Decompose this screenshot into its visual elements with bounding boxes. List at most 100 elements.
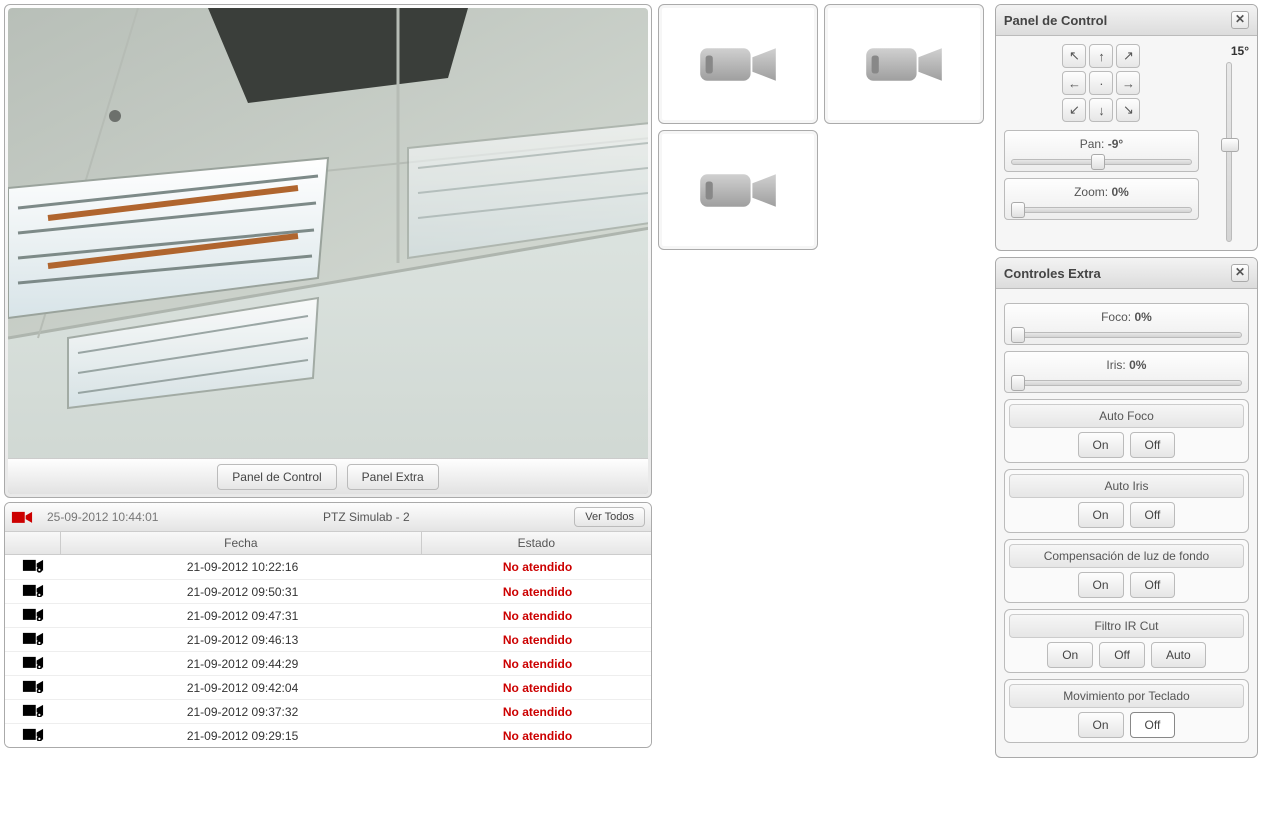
pan-slider[interactable] [1011,155,1192,167]
iris-slider[interactable] [1011,376,1242,388]
table-row[interactable]: 21-09-2012 09:37:32No atendido [5,699,651,723]
event-date: 21-09-2012 09:37:32 [61,705,424,719]
ptz-down-left-button[interactable]: ↙ [1062,98,1086,122]
extra-controls-header: Controles Extra ✕ [996,258,1257,289]
ircut-auto-button[interactable]: Auto [1151,642,1206,668]
table-row[interactable]: 21-09-2012 10:22:16No atendido [5,555,651,579]
event-date: 21-09-2012 09:42:04 [61,681,424,695]
control-panel-title: Panel de Control [1004,13,1107,28]
zoom-value: 0% [1111,185,1128,199]
iris-label: Iris: [1106,358,1125,372]
camera-icon [693,163,783,218]
panel-control-button[interactable]: Panel de Control [217,464,336,490]
events-col-icon [5,532,61,554]
main-video: Panel de Control Panel Extra [8,8,648,494]
event-icon [5,607,61,625]
event-status: No atendido [424,681,651,695]
events-panel: 25-09-2012 10:44:01 PTZ Simulab - 2 Ver … [4,502,652,748]
ptz-down-right-button[interactable]: ↘ [1116,98,1140,122]
zoom-label: Zoom: [1074,185,1108,199]
table-row[interactable]: 21-09-2012 09:50:31No atendido [5,579,651,603]
ver-todos-button[interactable]: Ver Todos [574,507,645,527]
event-icon [5,703,61,721]
events-header-title: PTZ Simulab - 2 [166,510,566,524]
event-date: 21-09-2012 09:46:13 [61,633,424,647]
event-status: No atendido [424,657,651,671]
ptz-down-button[interactable]: ↓ [1089,98,1113,122]
tilt-slider[interactable] [1226,62,1232,242]
control-panel-header: Panel de Control ✕ [996,5,1257,36]
events-col-fecha: Fecha [61,532,422,554]
backlight-off-button[interactable]: Off [1130,572,1176,598]
event-date: 21-09-2012 09:50:31 [61,585,424,599]
foco-label: Foco: [1101,310,1131,324]
pan-control: Pan: -9° [1004,130,1199,172]
ptz-direction-pad: ↖ ↑ ↗ ← · → ↙ ↓ ↘ [1004,44,1199,122]
extra-controls-close-icon[interactable]: ✕ [1231,264,1249,282]
control-panel-window: Panel de Control ✕ ↖ ↑ ↗ ← · → ↙ [995,4,1258,251]
ptz-center-button[interactable]: · [1089,71,1113,95]
ircut-off-button[interactable]: Off [1099,642,1145,668]
main-video-panel: Panel de Control Panel Extra [4,4,652,498]
backlight-title: Compensación de luz de fondo [1009,544,1244,568]
ircut-panel: Filtro IR Cut On Off Auto [1004,609,1249,673]
extra-controls-window: Controles Extra ✕ Foco: 0% Iris: 0% [995,257,1258,758]
zoom-slider[interactable] [1011,203,1192,215]
auto-iris-title: Auto Iris [1009,474,1244,498]
keyboard-move-title: Movimiento por Teclado [1009,684,1244,708]
event-date: 21-09-2012 09:47:31 [61,609,424,623]
table-row[interactable]: 21-09-2012 09:29:15No atendido [5,723,651,747]
events-header: 25-09-2012 10:44:01 PTZ Simulab - 2 Ver … [5,503,651,532]
table-row[interactable]: 21-09-2012 09:42:04No atendido [5,675,651,699]
event-icon [5,558,61,576]
foco-slider[interactable] [1011,328,1242,340]
event-status: No atendido [424,729,651,743]
ircut-on-button[interactable]: On [1047,642,1093,668]
ptz-up-left-button[interactable]: ↖ [1062,44,1086,68]
backlight-on-button[interactable]: On [1078,572,1124,598]
auto-foco-title: Auto Foco [1009,404,1244,428]
table-row[interactable]: 21-09-2012 09:46:13No atendido [5,627,651,651]
backlight-panel: Compensación de luz de fondo On Off [1004,539,1249,603]
ptz-up-button[interactable]: ↑ [1089,44,1113,68]
foco-value: 0% [1134,310,1151,324]
pan-value: -9° [1108,137,1123,151]
event-status: No atendido [424,609,651,623]
panel-extra-button[interactable]: Panel Extra [347,464,439,490]
ptz-up-right-button[interactable]: ↗ [1116,44,1140,68]
camera-rec-icon [11,510,33,524]
auto-iris-off-button[interactable]: Off [1130,502,1176,528]
ptz-right-button[interactable]: → [1116,71,1140,95]
ircut-title: Filtro IR Cut [1009,614,1244,638]
camera-thumbnail[interactable] [658,130,818,250]
control-panel-close-icon[interactable]: ✕ [1231,11,1249,29]
event-status: No atendido [424,705,651,719]
events-column-headers: Fecha Estado [5,532,651,555]
event-date: 21-09-2012 09:44:29 [61,657,424,671]
table-row[interactable]: 21-09-2012 09:47:31No atendido [5,603,651,627]
ptz-left-button[interactable]: ← [1062,71,1086,95]
auto-foco-off-button[interactable]: Off [1130,432,1176,458]
pan-label: Pan: [1080,137,1105,151]
iris-control: Iris: 0% [1004,351,1249,393]
event-icon [5,631,61,649]
event-icon [5,679,61,697]
auto-iris-panel: Auto Iris On Off [1004,469,1249,533]
events-header-timestamp: 25-09-2012 10:44:01 [47,510,158,524]
camera-feed-image [8,8,648,494]
event-icon [5,655,61,673]
auto-foco-on-button[interactable]: On [1078,432,1124,458]
extra-controls-title: Controles Extra [1004,266,1101,281]
camera-thumbnail[interactable] [658,4,818,124]
camera-thumbnail[interactable] [824,4,984,124]
tilt-value: 15° [1209,44,1249,58]
keyboard-on-button[interactable]: On [1078,712,1124,738]
auto-foco-panel: Auto Foco On Off [1004,399,1249,463]
event-date: 21-09-2012 09:29:15 [61,729,424,743]
keyboard-off-button[interactable]: Off [1130,712,1176,738]
event-status: No atendido [424,585,651,599]
keyboard-move-panel: Movimiento por Teclado On Off [1004,679,1249,743]
table-row[interactable]: 21-09-2012 09:44:29No atendido [5,651,651,675]
event-icon [5,583,61,601]
auto-iris-on-button[interactable]: On [1078,502,1124,528]
